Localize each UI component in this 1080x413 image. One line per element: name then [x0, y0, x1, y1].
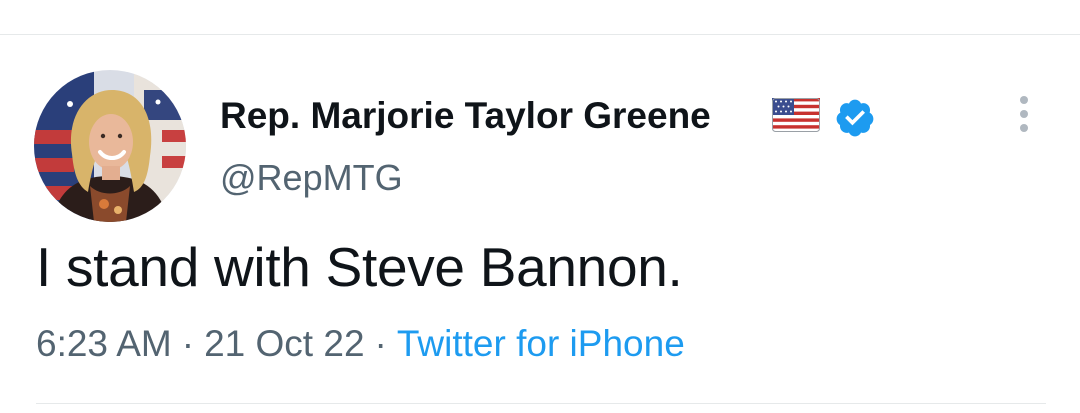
- avatar[interactable]: [34, 70, 186, 222]
- author-handle[interactable]: @RepMTG: [220, 157, 403, 199]
- us-flag-icon: [772, 98, 820, 132]
- top-divider: [0, 34, 1080, 35]
- bottom-divider: [36, 403, 1046, 404]
- tweet-time[interactable]: 6:23 AM: [36, 323, 172, 364]
- tweet-meta: 6:23 AM · 21 Oct 22 · Twitter for iPhone: [36, 322, 685, 366]
- tweet-text: I stand with Steve Bannon.: [36, 236, 683, 298]
- verified-badge-icon: [836, 99, 874, 137]
- meta-separator: ·: [181, 323, 195, 364]
- more-options-icon[interactable]: [1012, 94, 1036, 134]
- tweet-source-link[interactable]: Twitter for iPhone: [397, 323, 685, 364]
- author-display-name[interactable]: Rep. Marjorie Taylor Greene: [220, 95, 711, 137]
- avatar-image: [34, 70, 186, 222]
- meta-separator: ·: [374, 323, 387, 364]
- tweet-date[interactable]: 21 Oct 22: [204, 323, 364, 364]
